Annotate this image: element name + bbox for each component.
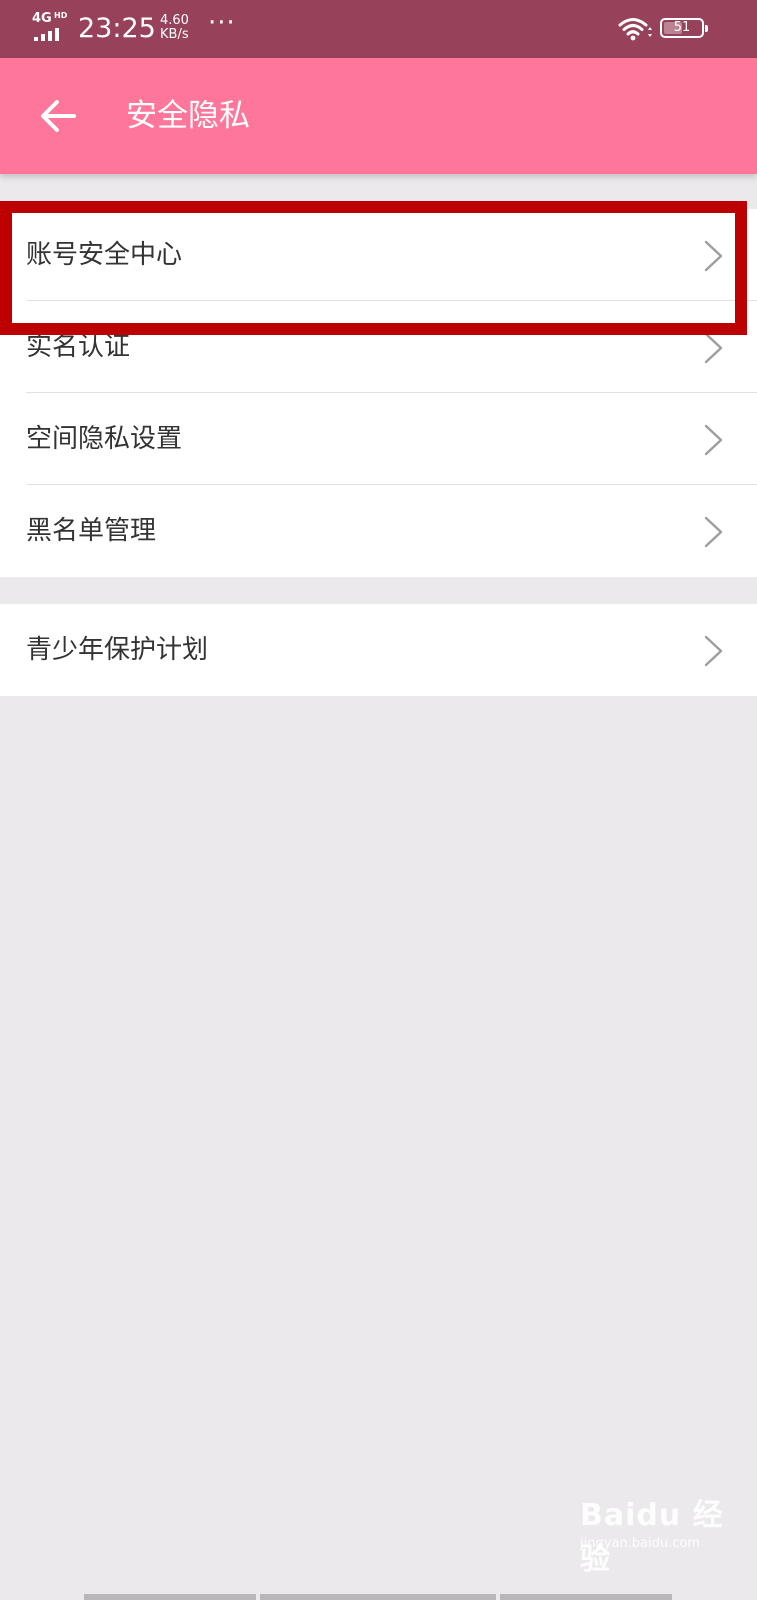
menu-item-label: 青少年保护计划 xyxy=(26,635,209,665)
settings-group-secondary: 青少年保护计划 xyxy=(0,604,757,696)
status-time: 23:25 xyxy=(78,13,156,44)
watermark-brand: Baidu 经验 xyxy=(580,1498,724,1577)
network-speed-value: 4.60 xyxy=(160,13,189,28)
chevron-right-icon xyxy=(704,424,723,456)
chevron-right-icon xyxy=(704,635,723,667)
menu-item-label: 实名认证 xyxy=(26,332,131,362)
app-bar: 安全隐私 xyxy=(0,58,757,174)
settings-group-primary: 账号安全中心 实名认证 空间隐私设置 黑名单管理 xyxy=(0,209,757,577)
back-button[interactable] xyxy=(30,88,86,144)
menu-item-real-name-verification[interactable]: 实名认证 xyxy=(26,301,757,393)
menu-item-account-security-center[interactable]: 账号安全中心 xyxy=(26,209,757,301)
watermark-url: jingyan.baidu.com xyxy=(580,1536,700,1551)
more-notifications-icon: ··· xyxy=(208,8,236,38)
menu-item-space-privacy-settings[interactable]: 空间隐私设置 xyxy=(26,393,757,485)
menu-item-label: 账号安全中心 xyxy=(26,240,183,270)
status-bar: 4G HD 23:25 4.60 KB/s ··· 51 xyxy=(0,0,757,58)
page-title: 安全隐私 xyxy=(126,98,250,134)
navigation-bar xyxy=(0,1594,757,1600)
network-speed: 4.60 KB/s xyxy=(160,14,189,42)
wifi-icon xyxy=(618,18,652,41)
menu-item-blacklist-management[interactable]: 黑名单管理 xyxy=(26,485,757,577)
signal-icon: 4G HD xyxy=(32,11,70,42)
battery-icon: 51 xyxy=(660,18,708,38)
network-hd: HD xyxy=(54,11,68,20)
chevron-right-icon xyxy=(704,332,723,364)
chevron-right-icon xyxy=(704,516,723,548)
chevron-right-icon xyxy=(704,240,723,272)
menu-item-label: 黑名单管理 xyxy=(26,516,157,546)
menu-item-youth-protection-plan[interactable]: 青少年保护计划 xyxy=(26,604,757,696)
arrow-left-icon xyxy=(41,100,76,132)
battery-level: 51 xyxy=(673,20,691,35)
menu-item-label: 空间隐私设置 xyxy=(26,424,183,454)
network-type: 4G xyxy=(32,11,52,26)
network-speed-unit: KB/s xyxy=(160,27,189,42)
baidu-watermark: Baidu 经验 jingyan.baidu.com xyxy=(580,1490,730,1577)
